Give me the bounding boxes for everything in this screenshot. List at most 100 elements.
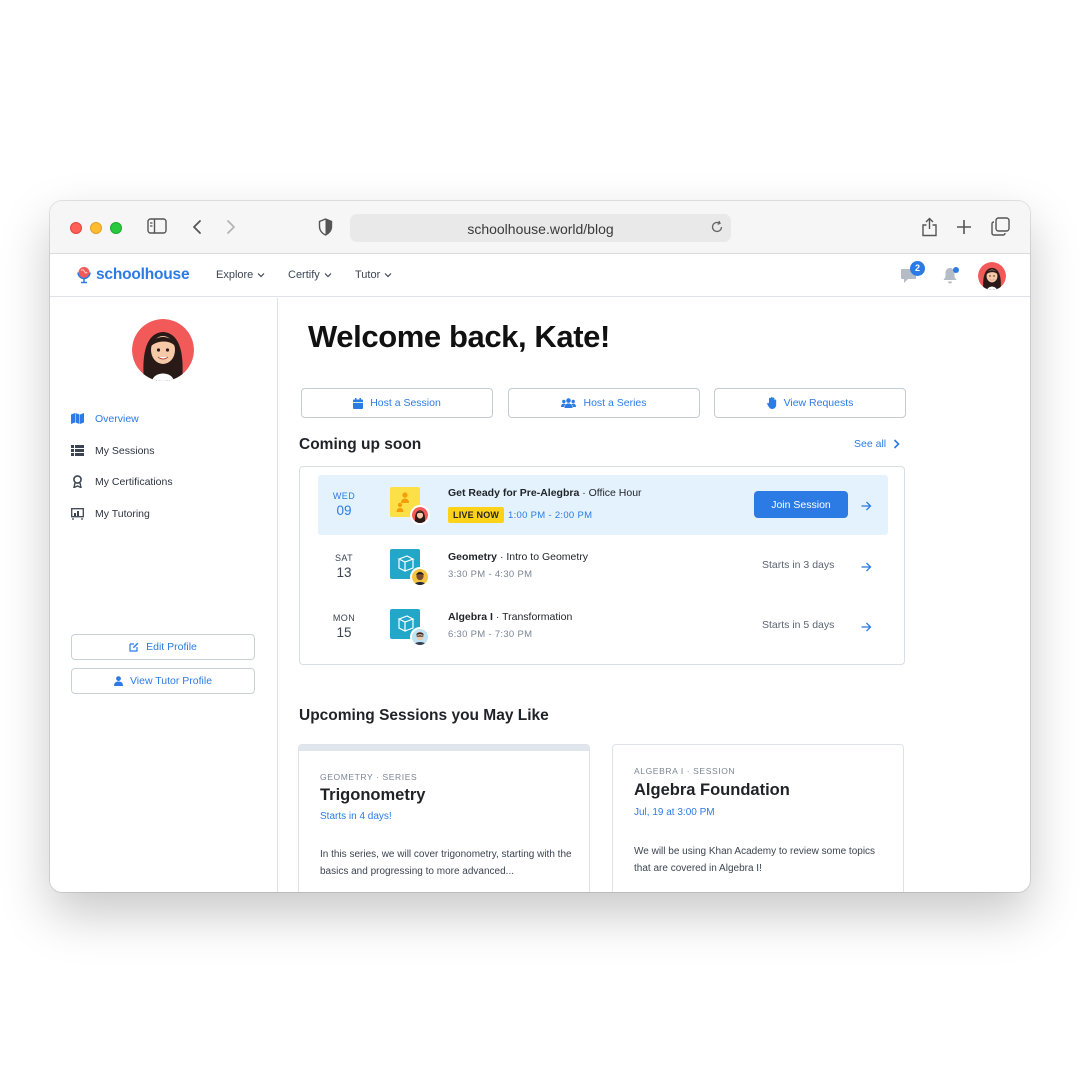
calendar-icon [353, 397, 364, 409]
logo-text: schoolhouse [96, 266, 190, 283]
chevron-down-icon [257, 273, 265, 278]
upcoming-schedule-card: WED 09 Get Ready for Pre-Alegbra · Offic… [299, 466, 905, 665]
tutor-avatar [410, 567, 430, 587]
back-icon[interactable] [191, 219, 202, 235]
arrow-right-icon[interactable] [861, 498, 872, 516]
sidebar-item-overview[interactable]: Overview [71, 412, 139, 425]
chevron-down-icon [324, 273, 332, 278]
session-row[interactable]: SAT 13 Geometry · Intro to Geometry 3:30… [318, 537, 888, 597]
messages-button[interactable]: 2 [900, 261, 925, 290]
share-icon[interactable] [921, 216, 938, 237]
tutor-avatar [410, 627, 430, 647]
session-subject: Get Ready for Pre-Alegbra [448, 487, 580, 499]
session-title: Get Ready for Pre-Alegbra · Office Hour [448, 487, 642, 499]
sidebar-toggle-icon[interactable] [147, 218, 167, 234]
session-topic: · Transformation [492, 611, 573, 623]
sidebar-item-my-sessions[interactable]: My Sessions [71, 444, 155, 457]
edit-profile-button[interactable]: Edit Profile [71, 634, 255, 660]
sidebar-item-label: Overview [95, 412, 139, 425]
map-icon [71, 412, 84, 425]
sidebar-item-label: My Tutoring [95, 507, 150, 520]
see-all-label: See all [854, 438, 887, 450]
forward-icon[interactable] [226, 219, 237, 235]
profile-avatar [132, 319, 194, 381]
session-day: 15 [336, 625, 352, 640]
card-description: In this series, we will cover trigonomet… [320, 849, 572, 877]
session-date: MON 15 [318, 613, 370, 640]
session-row[interactable]: MON 15 Algebra I · Transformation 6:30 P… [318, 597, 888, 657]
chevron-down-icon [384, 273, 392, 278]
reload-icon[interactable] [710, 220, 724, 239]
nav-certify-label: Certify [288, 269, 320, 281]
nav-explore[interactable]: Explore [216, 269, 265, 281]
notifications-button[interactable] [942, 266, 960, 290]
session-date: WED 09 [318, 491, 370, 518]
edit-icon [129, 642, 139, 652]
host-session-button[interactable]: Host a Session [301, 388, 493, 418]
minimize-window-button[interactable] [90, 222, 102, 234]
upcoming-sessions-title: Upcoming Sessions you May Like [299, 707, 549, 724]
browser-toolbar: schoolhouse.world/blog [50, 201, 1030, 254]
coming-up-title: Coming up soon [299, 436, 422, 453]
sidebar-item-label: My Certifications [95, 475, 173, 488]
list-icon [71, 444, 84, 457]
new-tab-icon[interactable] [956, 219, 972, 235]
schoolhouse-logo[interactable]: schoolhouse [76, 265, 190, 285]
arrow-right-icon[interactable] [861, 619, 872, 637]
view-tutor-profile-label: View Tutor Profile [129, 675, 213, 687]
award-icon [71, 475, 84, 488]
card-title: Trigonometry [320, 786, 426, 804]
session-row-live[interactable]: WED 09 Get Ready for Pre-Alegbra · Offic… [318, 475, 888, 535]
session-topic: · Office Hour [579, 487, 642, 499]
users-icon [561, 398, 577, 408]
card-subtitle: Starts in 4 days! [320, 811, 392, 822]
hand-icon [766, 397, 776, 409]
nav-tutor-label: Tutor [355, 269, 381, 281]
session-day: 13 [336, 565, 352, 580]
tab-overview-icon[interactable] [991, 217, 1010, 236]
session-title: Geometry · Intro to Geometry [448, 551, 588, 563]
user-avatar[interactable] [978, 262, 1006, 290]
session-weekday: MON [332, 613, 356, 623]
session-weekday: SAT [334, 553, 354, 563]
host-series-button[interactable]: Host a Series [508, 388, 700, 418]
card-kicker: ALGEBRA I · SESSION [634, 766, 736, 776]
url-text[interactable]: schoolhouse.world/blog [350, 221, 731, 237]
nav-explore-label: Explore [216, 269, 254, 281]
see-all-link[interactable]: See all [854, 438, 900, 450]
session-day: 09 [336, 503, 352, 518]
card-top-strip [299, 745, 589, 751]
nav-tutor[interactable]: Tutor [355, 269, 392, 281]
tutor-avatar [410, 505, 430, 525]
session-time: 3:30 PM - 4:30 PM [448, 569, 533, 580]
view-requests-button[interactable]: View Requests [714, 388, 906, 418]
sidebar-item-my-certifications[interactable]: My Certifications [71, 475, 173, 488]
zoom-window-button[interactable] [110, 222, 122, 234]
session-countdown: Starts in 3 days [762, 559, 835, 571]
privacy-shield-icon[interactable] [318, 218, 333, 236]
card-kicker: GEOMETRY · SERIES [320, 772, 418, 782]
session-date: SAT 13 [318, 553, 370, 580]
host-session-label: Host a Session [370, 397, 441, 409]
browser-window: schoolhouse.world/blog schoolhouse Explo… [50, 201, 1030, 892]
host-series-label: Host a Series [583, 397, 647, 409]
address-bar[interactable]: schoolhouse.world/blog [350, 214, 731, 242]
close-window-button[interactable] [70, 222, 82, 234]
chevron-right-icon [894, 439, 900, 449]
arrow-right-icon[interactable] [861, 559, 872, 577]
site-header: schoolhouse Explore Certify Tutor 2 [50, 254, 1030, 297]
nav-certify[interactable]: Certify [288, 269, 332, 281]
join-session-button[interactable]: Join Session [754, 491, 848, 518]
session-subject: Geometry [448, 551, 498, 563]
view-tutor-profile-button[interactable]: View Tutor Profile [71, 668, 255, 694]
session-time: 6:30 PM - 7:30 PM [448, 629, 533, 640]
session-topic: · Intro to Geometry [497, 551, 589, 563]
edit-profile-label: Edit Profile [146, 641, 197, 653]
sidebar-item-my-tutoring[interactable]: My Tutoring [71, 507, 150, 520]
session-title: Algebra I · Transformation [448, 611, 572, 623]
page-title: Welcome back, Kate! [308, 319, 610, 354]
session-subject: Algebra I [448, 611, 493, 623]
session-card[interactable]: ALGEBRA I · SESSION Algebra Foundation J… [612, 744, 904, 892]
session-card[interactable]: GEOMETRY · SERIES Trigonometry Starts in… [298, 744, 590, 892]
bell-icon [943, 267, 959, 284]
